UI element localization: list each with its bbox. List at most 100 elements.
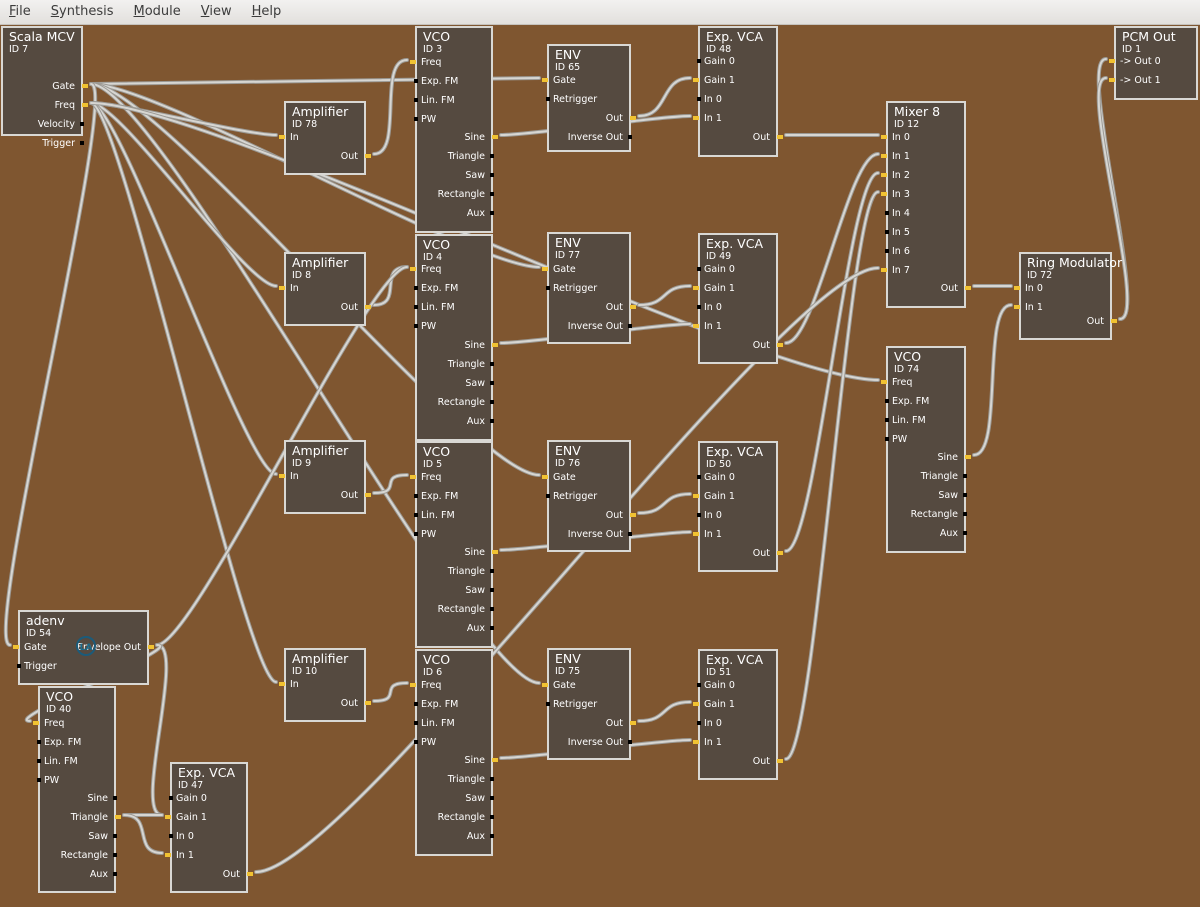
input-port[interactable]: In [279, 283, 299, 294]
input-port[interactable]: Freq [409, 680, 441, 691]
module-vco6[interactable]: VCO ID 6 Freq Exp. FM Lin. FM PW Sine Triangle S… [409, 649, 498, 856]
output-port[interactable]: Aux [467, 208, 495, 219]
input-port[interactable]: In 1 [1014, 302, 1043, 313]
module-env76[interactable]: ENV ID 76 Gate Retrigger Out Inverse Out [542, 440, 637, 552]
input-port[interactable]: In 0 [169, 831, 194, 842]
module-amp78[interactable]: Amplifier ID 78 In Out [279, 101, 372, 175]
input-port[interactable]: In 1 [693, 321, 722, 332]
module-ring[interactable]: Ring Modulator ID 72 In 0 In 1 Out [1014, 252, 1122, 340]
input-port[interactable]: In 1 [881, 151, 910, 162]
output-port[interactable]: Out [753, 756, 784, 767]
output-port[interactable]: Out [606, 510, 637, 521]
input-port[interactable]: PW [413, 114, 436, 125]
input-port[interactable]: In 1 [693, 529, 722, 540]
output-port[interactable]: Aux [467, 416, 495, 427]
input-port[interactable]: In 0 [1014, 283, 1043, 294]
output-port[interactable]: Sine [464, 132, 498, 143]
input-port[interactable]: In 2 [881, 170, 910, 181]
output-port[interactable]: Saw [88, 831, 117, 842]
module-amp8[interactable]: Amplifier ID 8 In Out [279, 252, 372, 326]
input-port[interactable]: Lin. FM [414, 302, 455, 313]
menu-synthesis[interactable]: Synthesis [41, 0, 124, 24]
output-port[interactable]: Sine [464, 547, 498, 558]
output-port[interactable]: Triangle [448, 566, 495, 577]
output-port[interactable]: Out [223, 869, 254, 880]
module-vco40[interactable]: VCO ID 40 Freq Exp. FM Lin. FM PW Sine Triangle… [32, 686, 122, 893]
output-port[interactable]: Inverse Out [568, 529, 633, 540]
input-port[interactable]: In 1 [693, 113, 722, 124]
input-port[interactable]: In [279, 471, 299, 482]
input-port[interactable]: PW [413, 529, 436, 540]
output-port[interactable]: Freq [55, 100, 89, 111]
input-port[interactable]: Retrigger [545, 94, 597, 105]
input-port[interactable]: PW [413, 321, 436, 332]
module-amp9[interactable]: Amplifier ID 9 In Out [279, 440, 372, 514]
module-mixer[interactable]: Mixer 8 ID 12 In 0 In 1 In 2 In 3 In 4 In 5 In 6… [881, 101, 972, 308]
output-port[interactable]: Sine [464, 340, 498, 351]
module-env75[interactable]: ENV ID 75 Gate Retrigger Out Inverse Out [542, 648, 637, 760]
input-port[interactable]: In 5 [885, 227, 910, 238]
output-port[interactable]: Inverse Out [568, 737, 633, 748]
output-port[interactable]: Triangle [448, 774, 495, 785]
input-port[interactable]: PW [884, 434, 907, 445]
module-vco74[interactable]: VCO ID 74 Freq Exp. FM Lin. FM PW Sine Triangle… [880, 346, 971, 553]
menu-module[interactable]: Module [123, 0, 190, 24]
output-port[interactable]: Rectangle [911, 509, 968, 520]
input-port[interactable]: Gain 0 [697, 472, 735, 483]
output-port[interactable]: Sine [464, 755, 498, 766]
input-port[interactable]: Gain 1 [165, 812, 207, 823]
input-port[interactable]: Lin. FM [414, 510, 455, 521]
output-port[interactable]: Triangle [921, 471, 968, 482]
output-port[interactable]: Saw [465, 378, 494, 389]
output-port[interactable]: Triangle [448, 359, 495, 370]
input-port[interactable]: In [279, 132, 299, 143]
input-port[interactable]: Freq [880, 377, 912, 388]
output-port[interactable]: Velocity [38, 119, 85, 130]
output-port[interactable]: Saw [465, 170, 494, 181]
input-port[interactable]: In 0 [697, 94, 722, 105]
input-port[interactable]: Retrigger [545, 699, 597, 710]
output-port[interactable]: Triangle [71, 812, 122, 823]
output-port[interactable]: Saw [465, 585, 494, 596]
input-port[interactable]: Exp. FM [413, 699, 458, 710]
output-port[interactable]: Rectangle [438, 812, 495, 823]
input-port[interactable]: Retrigger [545, 491, 597, 502]
output-port[interactable]: Aux [467, 623, 495, 634]
module-amp10[interactable]: Amplifier ID 10 In Out [279, 648, 372, 722]
input-port[interactable]: Exp. FM [413, 283, 458, 294]
output-port[interactable]: Inverse Out [568, 132, 633, 143]
input-port[interactable]: Retrigger [545, 283, 597, 294]
input-port[interactable]: Freq [409, 264, 441, 275]
output-port[interactable]: Out [753, 340, 784, 351]
input-port[interactable]: -> Out 1 [1109, 75, 1161, 86]
module-pcm[interactable]: PCM Out ID 1 -> Out 0 -> Out 1 [1109, 26, 1198, 100]
input-port[interactable]: Exp. FM [413, 491, 458, 502]
output-port[interactable]: Out [606, 718, 637, 729]
output-port[interactable]: Saw [938, 490, 967, 501]
input-port[interactable]: Gate [542, 472, 576, 483]
output-port[interactable]: Sine [937, 452, 971, 463]
input-port[interactable]: In 0 [697, 302, 722, 313]
input-port[interactable]: Gate [13, 642, 47, 653]
input-port[interactable]: Lin. FM [885, 415, 926, 426]
input-port[interactable]: Lin. FM [414, 718, 455, 729]
module-vco3[interactable]: VCO ID 3 Freq Exp. FM Lin. FM PW Sine Triangle S… [409, 26, 498, 233]
output-port[interactable]: Out [606, 113, 637, 124]
module-vca51[interactable]: Exp. VCA ID 51 Gain 0 Gain 1 In 0 In 1 Out [693, 649, 784, 780]
input-port[interactable]: Gate [542, 264, 576, 275]
input-port[interactable]: In 0 [697, 718, 722, 729]
input-port[interactable]: Gate [542, 75, 576, 86]
module-vca47[interactable]: Exp. VCA ID 47 Gain 0 Gain 1 In 0 In 1 Out [165, 762, 254, 893]
module-vco5[interactable]: VCO ID 5 Freq Exp. FM Lin. FM PW Sine Triangle S… [409, 441, 498, 648]
module-adenv[interactable]: adenv ID 54 Gate Trigger Envelope Out LA [13, 610, 155, 685]
input-port[interactable]: Freq [409, 57, 441, 68]
menu-file[interactable]: File [0, 0, 41, 24]
output-port[interactable]: Triangle [448, 151, 495, 162]
output-port[interactable]: Rectangle [438, 189, 495, 200]
input-port[interactable]: PW [413, 737, 436, 748]
output-port[interactable]: Trigger [42, 138, 84, 149]
output-port[interactable]: Out [341, 490, 372, 501]
input-port[interactable]: Lin. FM [414, 95, 455, 106]
input-port[interactable]: Trigger [17, 661, 57, 672]
output-port[interactable]: Out [1087, 316, 1118, 327]
